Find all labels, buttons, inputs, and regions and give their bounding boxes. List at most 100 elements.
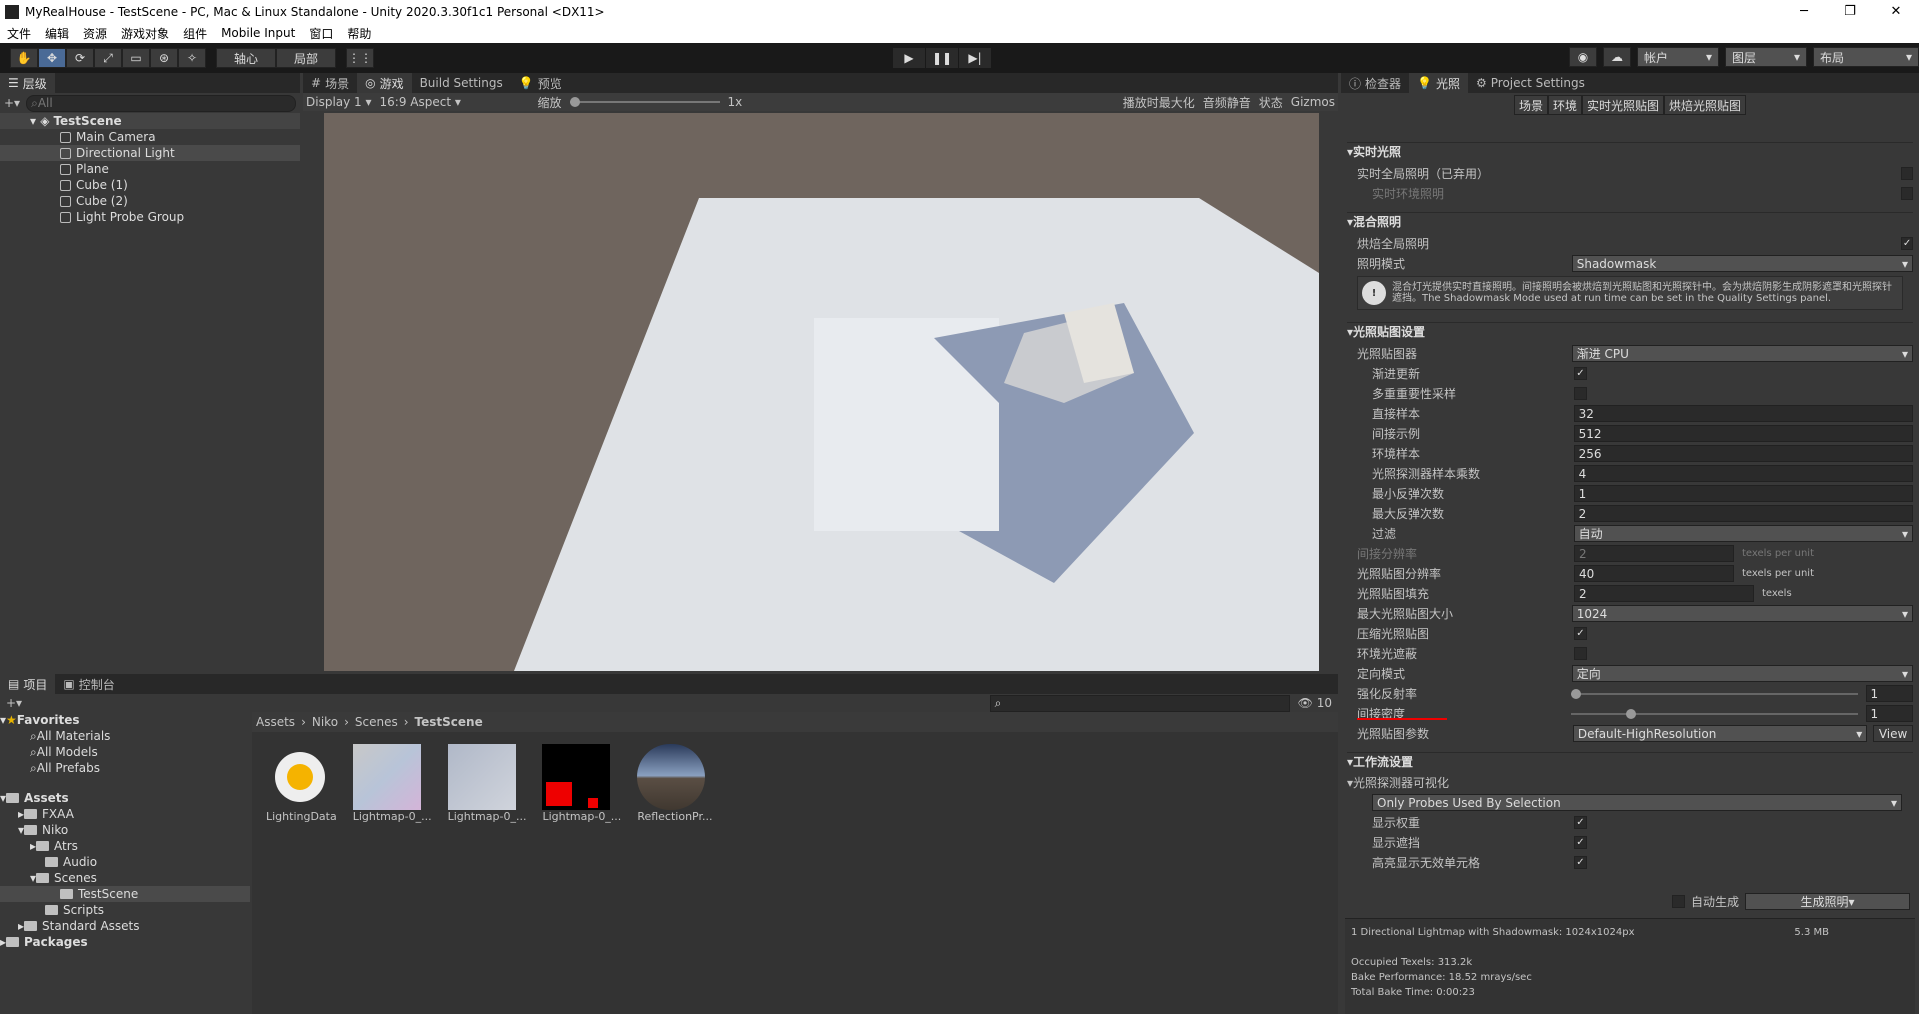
indirect-resolution-input[interactable]: 2 — [1574, 545, 1734, 562]
list-item[interactable]: TestScene — [0, 886, 250, 902]
subtab-scene[interactable]: 场景 — [1513, 95, 1548, 115]
list-item[interactable]: Main Camera — [0, 129, 300, 145]
asset-item[interactable]: Lightmap-0_... — [352, 744, 432, 823]
compress-checkbox[interactable]: ✓ — [1574, 627, 1587, 640]
hierarchy-search-input[interactable]: ⌕ All — [26, 94, 296, 112]
list-item[interactable]: ⌕ All Models — [0, 744, 250, 760]
stats-toggle[interactable]: 状态 — [1259, 94, 1283, 111]
list-item[interactable]: Plane — [0, 161, 300, 177]
menu-component[interactable]: 组件 — [176, 25, 214, 42]
display-dropdown[interactable]: Display 1 ▾ — [306, 95, 372, 109]
menu-edit[interactable]: 编辑 — [38, 25, 76, 42]
tab-scene[interactable]: # 场景 — [303, 73, 357, 93]
breadcrumb-item[interactable]: Assets — [256, 715, 295, 729]
filter-dropdown[interactable]: 自动 ▾ — [1573, 525, 1913, 542]
assets-row[interactable]: ▾ Assets — [0, 790, 250, 806]
lightmapper-dropdown[interactable]: 渐进 CPU ▾ — [1571, 345, 1913, 362]
menu-mobile-input[interactable]: Mobile Input — [214, 26, 302, 40]
add-icon[interactable]: +▾ — [4, 96, 20, 110]
move-tool-icon[interactable]: ✥ — [38, 48, 66, 68]
project-search-input[interactable]: ⌕ — [989, 694, 1290, 712]
minimize-icon[interactable]: ─ — [1781, 4, 1827, 19]
directional-mode-dropdown[interactable]: 定向 ▾ — [1571, 665, 1913, 682]
section-workflow[interactable]: ▾ 工作流设置 — [1347, 752, 1913, 770]
invalid-cells-checkbox[interactable]: ✓ — [1574, 856, 1587, 869]
tab-inspector[interactable]: ⓘ 检查器 — [1341, 73, 1409, 93]
list-item[interactable]: ▾ Scenes — [0, 870, 250, 886]
asset-item[interactable]: ReflectionPr... — [637, 744, 713, 823]
restore-icon[interactable]: ❐ — [1827, 4, 1873, 19]
rotate-tool-icon[interactable]: ⟳ — [66, 48, 94, 68]
pivot-button[interactable]: 轴心 — [216, 48, 276, 68]
realtime-env-checkbox[interactable] — [1901, 187, 1913, 200]
hand-tool-icon[interactable]: ✋ — [10, 48, 38, 68]
baked-gi-checkbox[interactable]: ✓ — [1901, 237, 1913, 250]
lightmap-resolution-input[interactable]: 40 — [1574, 565, 1734, 582]
auto-generate-checkbox[interactable] — [1672, 895, 1685, 908]
play-icon[interactable]: ▶ — [893, 48, 925, 68]
scale-tool-icon[interactable]: ⤢ — [94, 48, 122, 68]
zoom-slider[interactable] — [569, 97, 720, 107]
section-lightmapping[interactable]: ▾ 光照贴图设置 — [1347, 322, 1913, 340]
list-item[interactable]: ▸ Atrs — [0, 838, 250, 854]
progressive-checkbox[interactable]: ✓ — [1574, 367, 1587, 380]
lightmap-params-dropdown[interactable]: Default-HighResolution ▾ — [1572, 725, 1868, 742]
tab-build-settings[interactable]: Build Settings — [412, 73, 511, 93]
menu-help[interactable]: 帮助 — [340, 25, 378, 42]
tab-lighting[interactable]: 💡 光照 — [1409, 73, 1468, 93]
menu-assets[interactable]: 资源 — [76, 25, 114, 42]
list-item[interactable]: Directional Light — [0, 145, 300, 161]
cloud-icon[interactable]: ☁ — [1603, 47, 1631, 67]
env-samples-input[interactable]: 256 — [1573, 445, 1913, 462]
indirect-intensity-slider[interactable] — [1571, 708, 1858, 719]
close-icon[interactable]: ✕ — [1873, 4, 1919, 19]
mis-checkbox[interactable] — [1574, 387, 1587, 400]
breadcrumb-item[interactable]: TestScene — [415, 715, 483, 729]
tab-console[interactable]: ▣ 控制台 — [55, 674, 122, 694]
list-item[interactable]: Scripts — [0, 902, 250, 918]
direct-samples-input[interactable]: 32 — [1573, 405, 1913, 422]
step-icon[interactable]: ▶| — [959, 48, 991, 68]
list-item[interactable]: Cube (2) — [0, 193, 300, 209]
max-bounces-input[interactable]: 2 — [1573, 505, 1913, 522]
game-viewport[interactable] — [324, 113, 1319, 671]
gizmos-dropdown[interactable]: Gizmos — [1291, 95, 1335, 109]
tab-project[interactable]: ▤ 项目 — [0, 674, 56, 694]
albedo-boost-input[interactable]: 1 — [1865, 685, 1913, 702]
mute-toggle[interactable]: 音频静音 — [1203, 94, 1251, 111]
probe-multiplier-input[interactable]: 4 — [1573, 465, 1913, 482]
asset-item[interactable]: Lightmap-0_... — [447, 744, 526, 823]
lightmap-padding-input[interactable]: 2 — [1574, 585, 1754, 602]
menu-window[interactable]: 窗口 — [302, 25, 340, 42]
pause-icon[interactable]: ❚❚ — [926, 48, 958, 68]
list-item[interactable]: Audio — [0, 854, 250, 870]
layout-dropdown[interactable]: 布局 ▾ — [1813, 47, 1919, 67]
indirect-samples-input[interactable]: 512 — [1573, 425, 1913, 442]
subtab-baked-lightmaps[interactable]: 烘焙光照贴图 — [1664, 95, 1747, 115]
scene-row[interactable]: ▾ ◈ TestScene — [0, 113, 300, 129]
add-asset-icon[interactable]: +▾ — [6, 696, 22, 710]
asset-item[interactable]: Lightmap-0_... — [542, 744, 621, 823]
view-button[interactable]: View — [1873, 725, 1913, 742]
menu-file[interactable]: 文件 — [0, 25, 38, 42]
min-bounces-input[interactable]: 1 — [1573, 485, 1913, 502]
probe-vis-row[interactable]: ▾ 光照探测器可视化 — [1347, 774, 1903, 791]
list-item[interactable]: ▾ Niko — [0, 822, 250, 838]
tab-project-settings[interactable]: ⚙ Project Settings — [1468, 73, 1593, 93]
indirect-intensity-input[interactable]: 1 — [1865, 705, 1913, 722]
rect-tool-icon[interactable]: ▭ — [122, 48, 150, 68]
aspect-dropdown[interactable]: 16:9 Aspect ▾ — [380, 95, 530, 109]
tab-game[interactable]: ◎ 游戏 — [357, 73, 412, 93]
packages-row[interactable]: ▸ Packages — [0, 934, 250, 950]
tab-hierarchy[interactable]: ☰ 层级 — [0, 73, 55, 93]
section-mixed[interactable]: ▾ 混合照明 — [1347, 212, 1913, 230]
layers-dropdown[interactable]: 图层 ▾ — [1725, 47, 1807, 67]
snap-grid-icon[interactable]: ⋮⋮ — [346, 48, 374, 68]
asset-item[interactable]: LightingData — [266, 744, 337, 823]
occlusion-checkbox[interactable]: ✓ — [1574, 836, 1587, 849]
menu-gameobject[interactable]: 游戏对象 — [114, 25, 176, 42]
breadcrumb-item[interactable]: Scenes — [355, 715, 398, 729]
local-button[interactable]: 局部 — [276, 48, 336, 68]
subtab-environment[interactable]: 环境 — [1547, 95, 1582, 115]
list-item[interactable]: Cube (1) — [0, 177, 300, 193]
